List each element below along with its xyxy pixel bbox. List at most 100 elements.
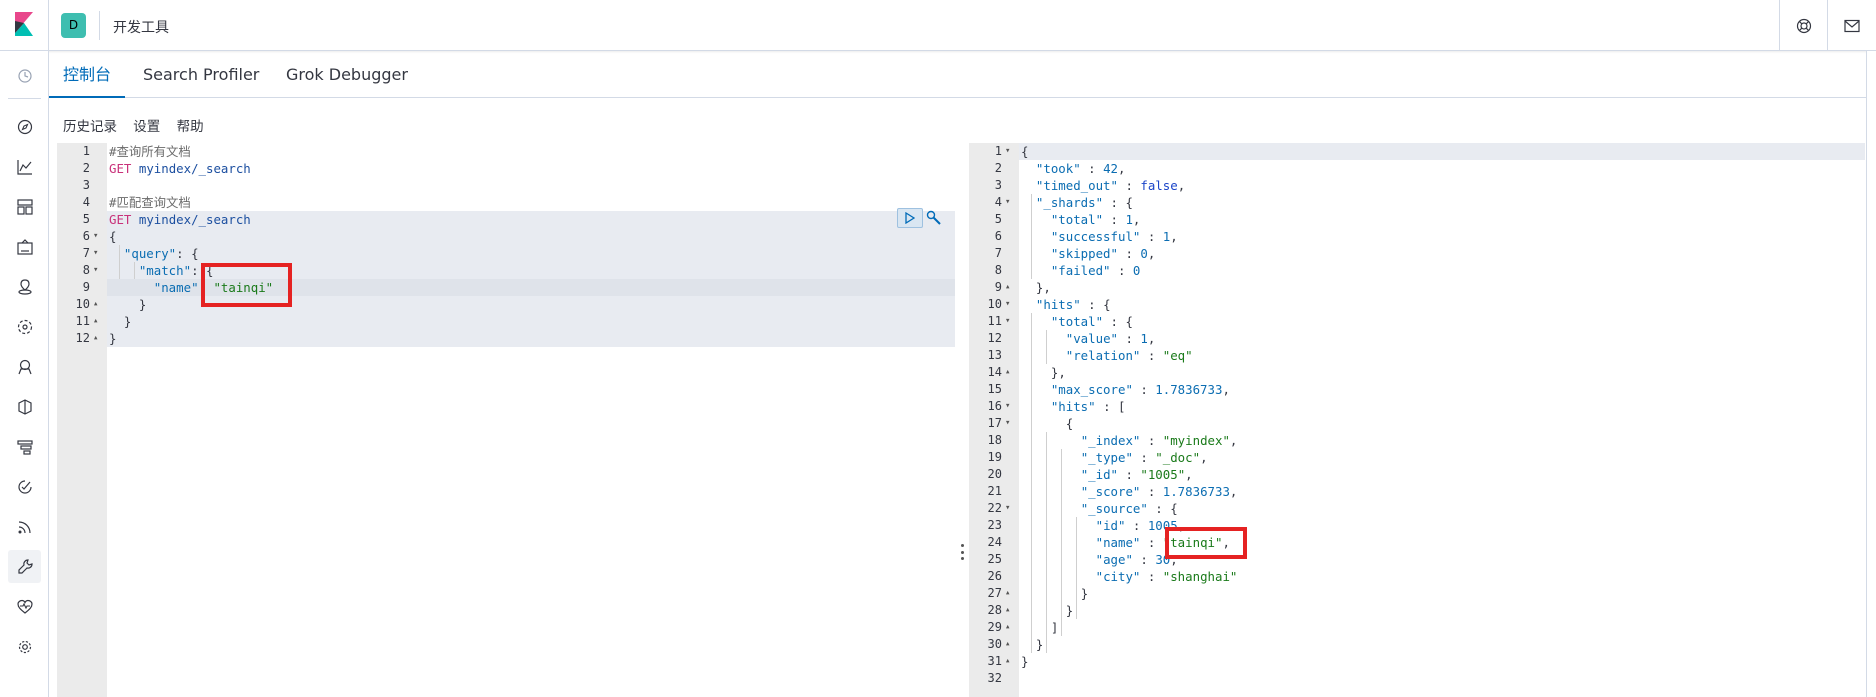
response-code-line: "_score" : 1.7836733, [1080, 484, 1238, 499]
response-code-line: "failed" : 0 [1050, 263, 1141, 278]
indent-guide [118, 245, 120, 279]
response-code-line: } [1021, 654, 1029, 669]
response-line-number: 8 [994, 263, 1002, 277]
annotation-box-request [201, 263, 292, 307]
fold-toggle-icon[interactable]: ▴ [1005, 364, 1010, 381]
nav-infrastructure[interactable] [8, 350, 41, 383]
nav-apm[interactable] [8, 430, 41, 463]
response-code-line: "relation" : "eq" [1065, 348, 1193, 363]
response-code-line: "max_score" : 1.7836733, [1050, 382, 1230, 397]
nav-visualize[interactable] [8, 150, 41, 183]
fold-toggle-icon[interactable]: ▾ [1005, 194, 1010, 211]
fold-toggle-icon[interactable]: ▴ [1005, 602, 1010, 619]
fold-toggle-icon[interactable]: ▾ [1005, 415, 1010, 432]
apm-icon [16, 439, 33, 455]
response-code-line: "total" : { [1050, 314, 1133, 329]
nav-canvas[interactable] [8, 230, 41, 263]
response-code-line: "value" : 1, [1065, 331, 1156, 346]
fold-toggle-icon[interactable]: ▾ [1005, 143, 1010, 160]
nav-discover[interactable] [8, 110, 41, 143]
right-edge-panel [1866, 51, 1876, 697]
request-line-number: 2 [82, 161, 90, 175]
request-settings-button[interactable] [925, 209, 943, 227]
send-request-button[interactable] [897, 208, 923, 228]
nav-uptime[interactable] [8, 470, 41, 503]
response-line-number: 10 [987, 297, 1002, 311]
fold-toggle-icon[interactable]: ▴ [93, 313, 98, 330]
fold-toggle-icon[interactable]: ▴ [1005, 585, 1010, 602]
request-gutter: 1 2 3 4 5 6 ▾ 7 ▾ 8 ▾ 9 10 ▴ 11 ▴ 12 ▴ [57, 143, 107, 697]
fold-toggle-icon[interactable]: ▾ [1005, 296, 1010, 313]
request-code[interactable]: #查询所有文档 GET myindex/_search #匹配查询文档 GET myi… [107, 143, 955, 697]
compass-icon [17, 119, 32, 134]
indent-guide [1060, 449, 1062, 636]
history-link[interactable]: 历史记录 [63, 119, 117, 135]
fold-toggle-icon[interactable]: ▴ [1005, 619, 1010, 636]
fold-toggle-icon[interactable]: ▴ [93, 330, 98, 347]
request-line-number: 8 [82, 263, 90, 277]
fold-toggle-icon[interactable]: ▾ [1005, 500, 1010, 517]
fold-toggle-icon[interactable]: ▾ [93, 245, 98, 262]
top-header: D 开发工具 [0, 0, 1876, 51]
request-code-line: } [109, 331, 117, 346]
response-code-line: "hits" : { [1035, 297, 1111, 312]
help-button[interactable] [1779, 0, 1827, 51]
response-line-number: 13 [987, 348, 1002, 362]
response-line-number: 27 [987, 586, 1002, 600]
nav-siem[interactable] [8, 510, 41, 543]
response-line-number: 21 [987, 484, 1002, 498]
heartbeat-icon [16, 599, 33, 614]
request-line-number: 6 [82, 229, 90, 243]
response-line-number: 16 [987, 399, 1002, 413]
fold-toggle-icon[interactable]: ▾ [1005, 313, 1010, 330]
response-gutter: 1 ▾ 2 3 4 ▾ 5 6 7 8 9 ▴ 10 ▾ 11 ▾ 12 13 14 ▴ 15 16 ▾ 17 ▾ 18 19 20 2… [969, 143, 1019, 697]
fold-toggle-icon[interactable]: ▴ [93, 296, 98, 313]
response-code-line: "took" : 42, [1035, 161, 1126, 176]
request-editor[interactable]: 1 2 3 4 5 6 ▾ 7 ▾ 8 ▾ 9 10 ▴ 11 ▴ 12 ▴ #查询所有文档 GET myindex… [57, 143, 955, 697]
response-line-number: 11 [987, 314, 1002, 328]
response-line-number: 23 [987, 518, 1002, 532]
tab-console[interactable]: 控制台 [49, 51, 126, 98]
response-code-line: "skipped" : 0, [1050, 246, 1156, 261]
fold-toggle-icon[interactable]: ▴ [1005, 636, 1010, 653]
request-line-number: 7 [82, 246, 90, 260]
nav-dev-tools[interactable] [8, 550, 41, 583]
clock-icon [17, 68, 32, 83]
nav-monitoring[interactable] [8, 590, 41, 623]
response-line-number: 18 [987, 433, 1002, 447]
canvas-icon [16, 238, 33, 255]
help-link[interactable]: 帮助 [177, 119, 204, 135]
fold-toggle-icon[interactable]: ▾ [93, 262, 98, 279]
response-line-number: 25 [987, 552, 1002, 566]
tab-search-profiler[interactable]: Search Profiler [129, 51, 273, 98]
recently-viewed-button[interactable] [8, 59, 41, 92]
fold-toggle-icon[interactable]: ▴ [1005, 279, 1010, 296]
nav-machine-learning[interactable] [8, 310, 41, 343]
request-code-line: #匹配查询文档 [109, 195, 191, 210]
kibana-logo-icon [15, 12, 33, 36]
response-code-line: "timed_out" : false, [1035, 178, 1186, 193]
settings-link[interactable]: 设置 [133, 119, 160, 135]
request-line-number: 9 [82, 280, 90, 294]
space-avatar[interactable]: D [61, 13, 86, 38]
panel-resize-handle[interactable] [960, 544, 964, 560]
response-editor: 1 ▾ 2 3 4 ▾ 5 6 7 8 9 ▴ 10 ▾ 11 ▾ 12 13 14 ▴ 15 16 ▾ 17 ▾ 18 19 20 2… [969, 143, 1865, 697]
fold-toggle-icon[interactable]: ▾ [1005, 398, 1010, 415]
fold-toggle-icon[interactable]: ▴ [1005, 653, 1010, 670]
response-code-line: "hits" : [ [1050, 399, 1126, 414]
indent-guide [1030, 194, 1032, 279]
news-feed-button[interactable] [1827, 0, 1875, 51]
tab-grok-debugger[interactable]: Grok Debugger [272, 51, 422, 98]
nav-divider [8, 98, 41, 99]
nav-maps[interactable] [8, 270, 41, 303]
logs-icon [17, 398, 32, 415]
machine-learning-icon [17, 319, 32, 334]
response-code-line: "successful" : 1, [1050, 229, 1178, 244]
response-line-number: 4 [994, 195, 1002, 209]
nav-management[interactable] [8, 630, 41, 663]
fold-toggle-icon[interactable]: ▾ [93, 228, 98, 245]
kibana-logo[interactable] [0, 0, 49, 51]
nav-logs[interactable] [8, 390, 41, 423]
nav-dashboard[interactable] [8, 190, 41, 223]
response-code-line: } [1065, 603, 1074, 618]
